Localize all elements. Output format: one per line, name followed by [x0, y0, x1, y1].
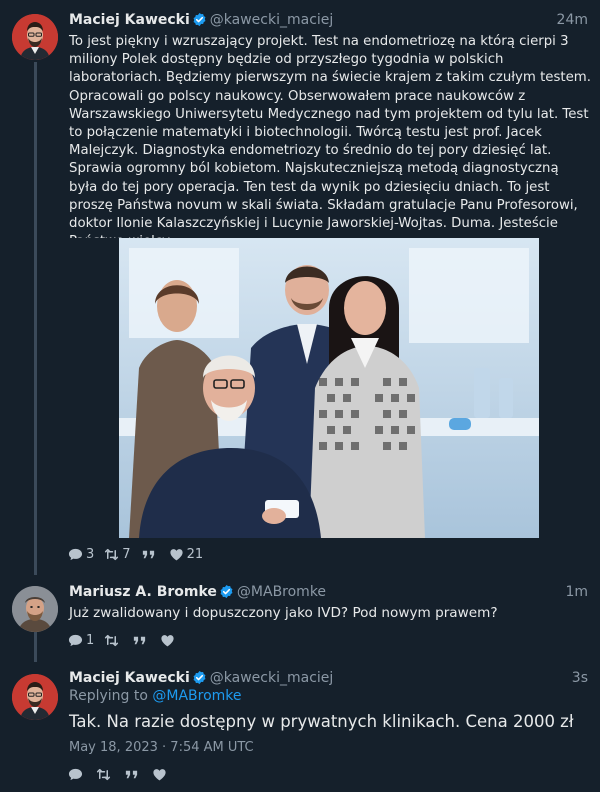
like-button[interactable] — [152, 767, 170, 782]
replying-to-link[interactable]: @MABromke — [152, 688, 241, 704]
tweet-text: Tak. Na razie dostępny w prywatnych klin… — [69, 712, 574, 731]
quote-button[interactable] — [124, 767, 142, 782]
author-handle[interactable]: @kawecki_maciej — [210, 670, 334, 686]
reply-icon — [68, 767, 83, 782]
tweet-3: Maciej Kawecki @kawecki_maciej 3s Replyin… — [0, 0, 600, 792]
quote-icon — [124, 767, 139, 782]
retweet-button[interactable] — [96, 767, 114, 782]
heart-icon — [152, 767, 167, 782]
tweet-header: Maciej Kawecki @kawecki_maciej 3s — [69, 668, 588, 688]
replying-to-label: Replying to — [69, 688, 148, 704]
tweet-time[interactable]: 3s — [572, 668, 588, 688]
reply-button[interactable] — [68, 767, 86, 782]
verified-badge-icon — [192, 670, 207, 685]
author-name[interactable]: Maciej Kawecki — [69, 670, 190, 686]
avatar-maciej-kawecki[interactable] — [12, 674, 58, 720]
retweet-icon — [96, 767, 111, 782]
tweet-actions — [68, 766, 180, 782]
replying-to: Replying to @MABromke — [69, 688, 242, 704]
avatar-image — [12, 674, 58, 720]
tweet-timestamp[interactable]: May 18, 2023 · 7:54 AM UTC — [69, 740, 254, 755]
